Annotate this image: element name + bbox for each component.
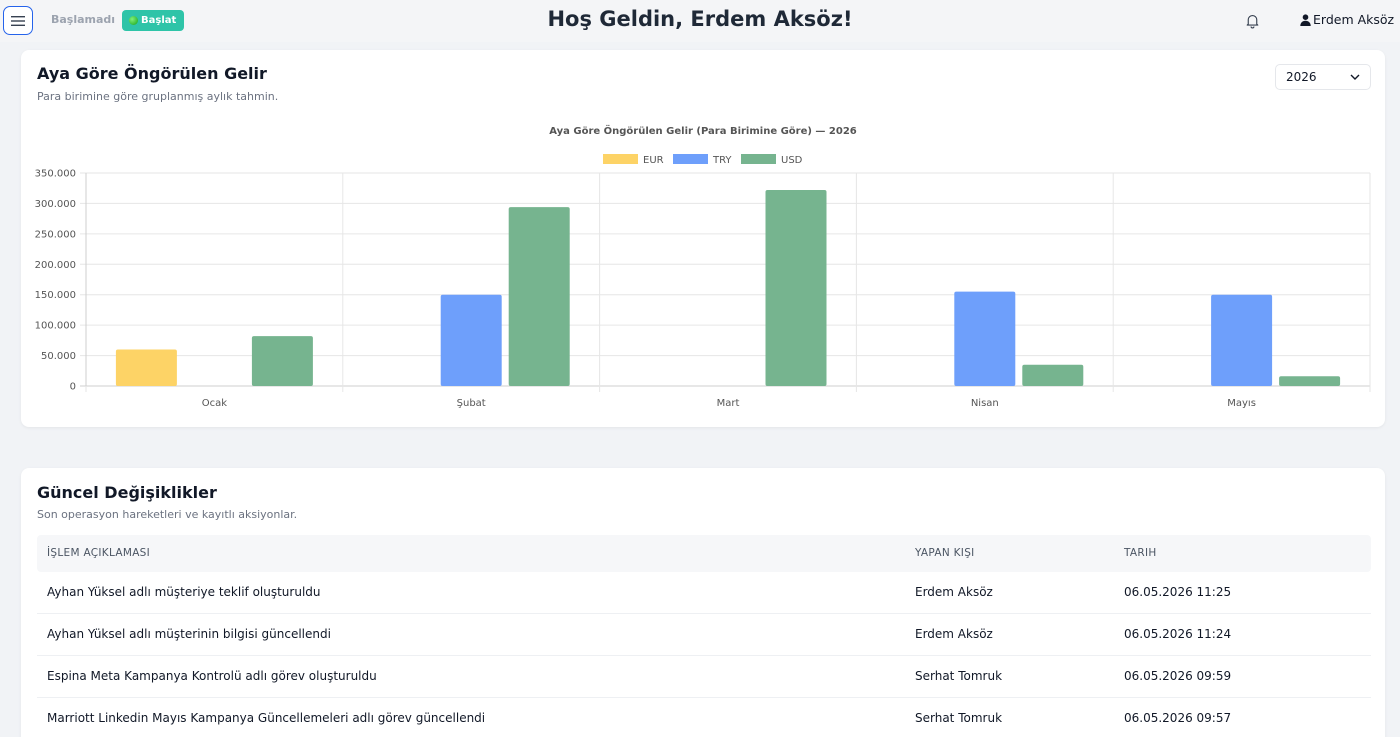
status-label: Başlamadı <box>51 13 116 26</box>
bar-try-şubat <box>440 294 502 386</box>
bar-usd-mart <box>765 190 827 386</box>
row-description: Espina Meta Kampanya Kontrolü adlı görev… <box>47 669 377 683</box>
welcome-title: Hoş Geldin, Erdem Aksöz! <box>547 7 853 31</box>
row-date: 06.05.2026 11:24 <box>1124 627 1232 641</box>
legend-label-eur: EUR <box>643 155 664 166</box>
menu-button[interactable] <box>3 6 33 35</box>
y-tick-label: 300.000 <box>35 199 76 210</box>
bar-usd-ocak <box>251 336 313 386</box>
y-tick-label: 50.000 <box>41 351 76 362</box>
top-bar: Başlamadı Başlat Hoş Geldin, Erdem Aksöz… <box>0 0 1400 42</box>
hamburger-menu-icon <box>11 15 25 26</box>
bar-usd-nisan <box>1022 364 1084 386</box>
row-date: 06.05.2026 09:59 <box>1124 669 1232 683</box>
row-description: Ayhan Yüksel adlı müşterinin bilgisi gün… <box>47 627 331 641</box>
x-tick-label: Nisan <box>971 398 999 409</box>
table-row[interactable]: Ayhan Yüksel adlı müşteriye teklif oluşt… <box>37 572 1371 614</box>
legend-swatch-eur <box>603 154 638 164</box>
row-user: Erdem Aksöz <box>915 627 993 641</box>
y-tick-label: 250.000 <box>35 229 76 240</box>
row-description: Marriott Linkedin Mayıs Kampanya Güncell… <box>47 711 486 725</box>
revenue-bar-chart: Aya Göre Öngörülen Gelir (Para Birimine … <box>35 123 1371 409</box>
y-tick-label: 350.000 <box>35 169 76 180</box>
row-user: Serhat Tomruk <box>915 711 1003 725</box>
x-tick-label: Ocak <box>202 398 227 409</box>
bar-try-mayıs <box>1211 294 1273 386</box>
table-header: İŞLEM AÇIKLAMASI YAPAN KIŞI TARIH <box>37 535 1371 572</box>
row-user: Serhat Tomruk <box>915 669 1003 683</box>
bar-usd-şubat <box>508 207 570 386</box>
x-tick-label: Mayıs <box>1227 398 1256 409</box>
chart-title: Aya Göre Öngörülen Gelir (Para Birimine … <box>549 123 857 137</box>
start-button[interactable]: Başlat <box>122 10 185 31</box>
row-description: Ayhan Yüksel adlı müşteriye teklif oluşt… <box>47 585 321 599</box>
legend-swatch-try <box>673 154 708 164</box>
column-header-date: TARIH <box>1124 547 1157 559</box>
table-row[interactable]: Ayhan Yüksel adlı müşterinin bilgisi gün… <box>37 614 1371 656</box>
activity-card-subtitle: Son operasyon hareketleri ve kayıtlı aks… <box>37 508 298 521</box>
activity-card: Güncel Değişiklikler Son operasyon harek… <box>21 468 1385 737</box>
bell-icon[interactable] <box>1244 12 1261 29</box>
row-date: 06.05.2026 11:25 <box>1124 585 1232 599</box>
start-button-label: Başlat <box>141 15 177 26</box>
table-row[interactable]: Espina Meta Kampanya Kontrolü adlı görev… <box>37 656 1371 698</box>
x-tick-label: Şubat <box>457 398 486 409</box>
legend-label-try: TRY <box>712 155 732 166</box>
y-tick-label: 150.000 <box>35 290 76 301</box>
legend-label-usd: USD <box>781 155 803 166</box>
bar-try-nisan <box>954 291 1016 386</box>
row-user: Erdem Aksöz <box>915 585 993 599</box>
row-date: 06.05.2026 09:57 <box>1124 711 1232 725</box>
user-menu[interactable]: Erdem Aksöz <box>1300 12 1394 27</box>
column-header-description: İŞLEM AÇIKLAMASI <box>47 547 151 559</box>
y-tick-label: 100.000 <box>35 321 76 332</box>
activity-card-title: Güncel Değişiklikler <box>37 483 217 502</box>
bar-eur-ocak <box>115 349 177 386</box>
table-row[interactable]: Marriott Linkedin Mayıs Kampanya Güncell… <box>37 698 1371 737</box>
user-name: Erdem Aksöz <box>1313 12 1395 27</box>
y-tick-label: 200.000 <box>35 260 76 271</box>
revenue-card: Aya Göre Öngörülen Gelir Para birimine g… <box>21 50 1385 427</box>
y-tick-label: 0 <box>70 382 76 393</box>
status-dot-icon <box>129 16 138 25</box>
bar-usd-mayıs <box>1279 376 1341 386</box>
legend-swatch-usd <box>741 154 776 164</box>
column-header-user: YAPAN KIŞI <box>915 547 975 559</box>
x-tick-label: Mart <box>717 398 740 409</box>
user-icon <box>1300 13 1311 26</box>
